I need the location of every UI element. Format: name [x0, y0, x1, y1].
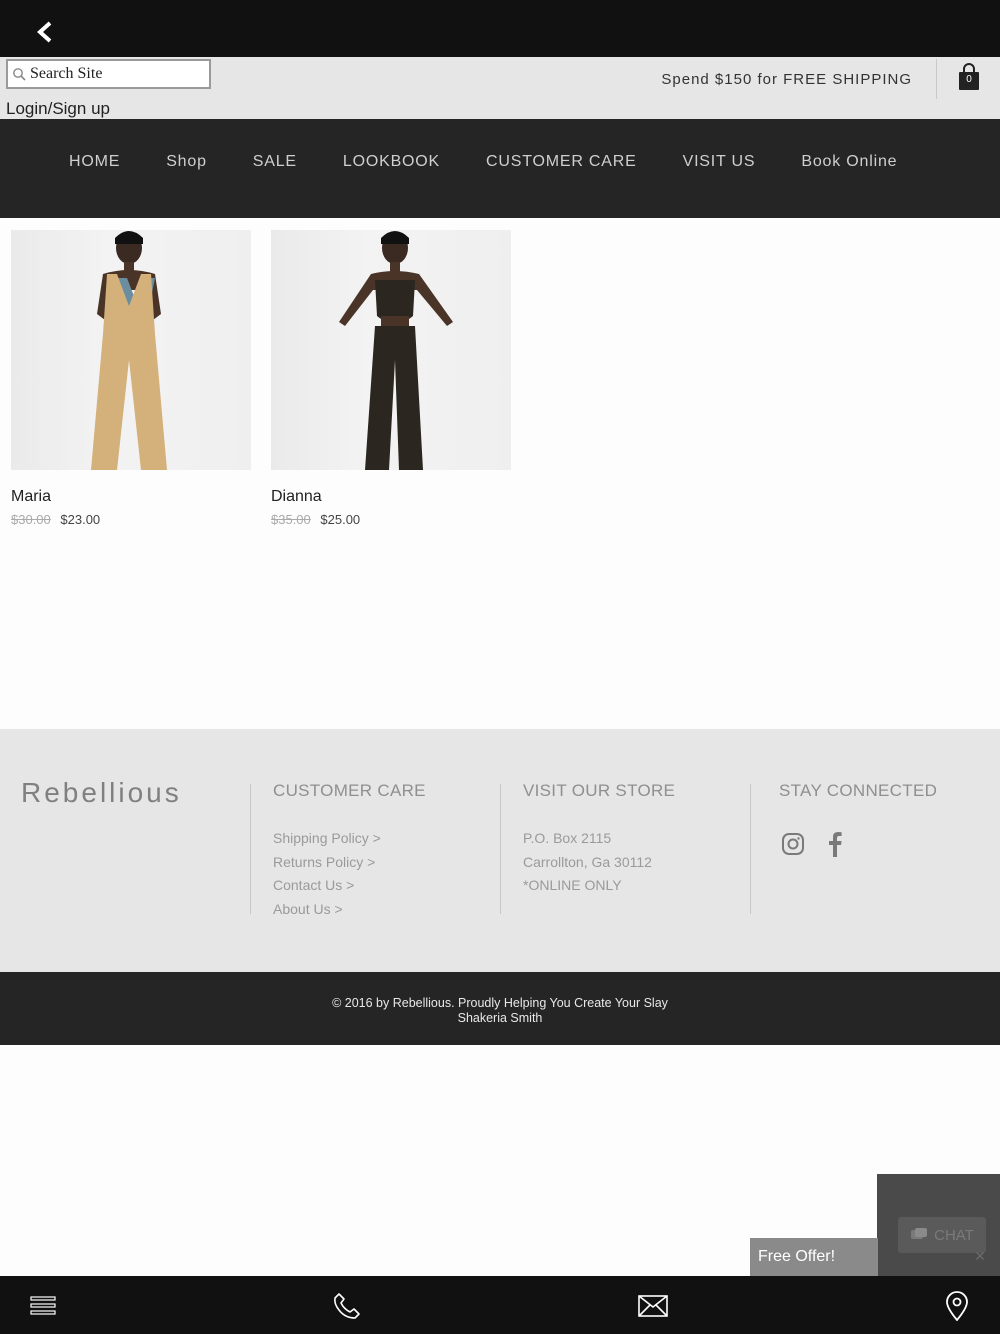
search-input[interactable] [30, 65, 200, 83]
divider [250, 784, 251, 914]
product-name[interactable]: Dianna [271, 488, 511, 506]
free-offer-tab[interactable]: Free Offer! [750, 1238, 878, 1276]
footer-heading: CUSTOMER CARE [273, 781, 426, 800]
sale-price: $23.00 [60, 512, 101, 527]
nav-item-customer-care[interactable]: CUSTOMER CARE [486, 153, 637, 171]
footer-customer-care: CUSTOMER CARE Shipping Policy > Returns … [273, 781, 426, 921]
cart-button[interactable]: 0 [957, 63, 981, 93]
product-prices: $30.00 $23.00 [11, 512, 251, 527]
nav-item-shop[interactable]: Shop [166, 153, 207, 171]
divider [500, 784, 501, 914]
close-icon[interactable]: ✕ [974, 1248, 986, 1265]
nav-item-home[interactable]: HOME [69, 153, 120, 171]
divider [750, 784, 751, 914]
main-nav: HOME Shop SALE LOOKBOOK CUSTOMER CARE VI… [0, 119, 1000, 218]
phone-icon[interactable] [332, 1291, 362, 1321]
product-card[interactable]: Maria $30.00 $23.00 [11, 230, 251, 527]
product-card[interactable]: Dianna $35.00 $25.00 [271, 230, 511, 527]
back-button[interactable] [30, 16, 60, 48]
footer: Rebellious CUSTOMER CARE Shipping Policy… [0, 729, 1000, 972]
returns-policy-link[interactable]: Returns Policy > [273, 851, 426, 875]
address-note: *ONLINE ONLY [523, 877, 622, 893]
email-icon[interactable] [638, 1291, 668, 1321]
footer-heading: VISIT OUR STORE [523, 781, 676, 800]
chat-label: CHAT [934, 1226, 974, 1244]
footer-brand-logo[interactable]: Rebellious [21, 777, 182, 809]
utility-bar: Login/Sign up Spend $150 for FREE SHIPPI… [0, 57, 1000, 119]
copyright-text: © 2016 by Rebellious. Proudly Helping Yo… [332, 996, 668, 1010]
address-line: P.O. Box 2115 [523, 830, 612, 846]
footer-heading: STAY CONNECTED [779, 781, 938, 800]
instagram-icon[interactable] [781, 831, 805, 857]
copyright-bar: © 2016 by Rebellious. Proudly Helping Yo… [0, 972, 1000, 1045]
footer-stay-connected: STAY CONNECTED [779, 781, 937, 801]
original-price: $35.00 [271, 512, 311, 527]
search-box[interactable] [6, 59, 211, 89]
login-signup-link[interactable]: Login/Sign up [6, 99, 110, 119]
nav-item-sale[interactable]: SALE [253, 153, 297, 171]
search-icon [13, 68, 26, 81]
product-image[interactable] [11, 230, 251, 470]
product-image[interactable] [271, 230, 511, 470]
nav-item-lookbook[interactable]: LOOKBOOK [343, 153, 440, 171]
cart-count: 0 [966, 74, 972, 85]
product-prices: $35.00 $25.00 [271, 512, 511, 527]
divider [936, 59, 937, 99]
bottom-action-bar [0, 1276, 1000, 1334]
nav-item-book-online[interactable]: Book Online [801, 153, 897, 171]
footer-visit-store: VISIT OUR STORE P.O. Box 2115 Carrollton… [523, 781, 675, 898]
menu-icon[interactable] [28, 1291, 58, 1321]
chat-button[interactable]: CHAT [898, 1217, 986, 1253]
chat-bubble-icon [911, 1228, 928, 1239]
chevron-left-icon [37, 21, 52, 43]
contact-us-link[interactable]: Contact Us > [273, 874, 426, 898]
model-illustration [91, 231, 167, 470]
top-bar [0, 0, 1000, 57]
social-links [781, 831, 847, 857]
product-name[interactable]: Maria [11, 488, 251, 506]
model-illustration [339, 231, 453, 470]
address-line: Carrollton, Ga 30112 [523, 853, 652, 870]
free-shipping-banner: Spend $150 for FREE SHIPPING [661, 71, 912, 88]
chat-widget: CHAT ✕ [877, 1174, 1000, 1278]
shipping-policy-link[interactable]: Shipping Policy > [273, 827, 426, 851]
location-pin-icon[interactable] [942, 1291, 972, 1321]
nav-item-visit-us[interactable]: VISIT US [683, 153, 756, 171]
product-grid: Maria $30.00 $23.00 Dianna $35.00 $25.00 [0, 218, 1000, 729]
original-price: $30.00 [11, 512, 51, 527]
copyright-owner: Shakeria Smith [457, 1011, 543, 1025]
sale-price: $25.00 [320, 512, 361, 527]
facebook-icon[interactable] [823, 831, 847, 857]
about-us-link[interactable]: About Us > [273, 898, 426, 922]
